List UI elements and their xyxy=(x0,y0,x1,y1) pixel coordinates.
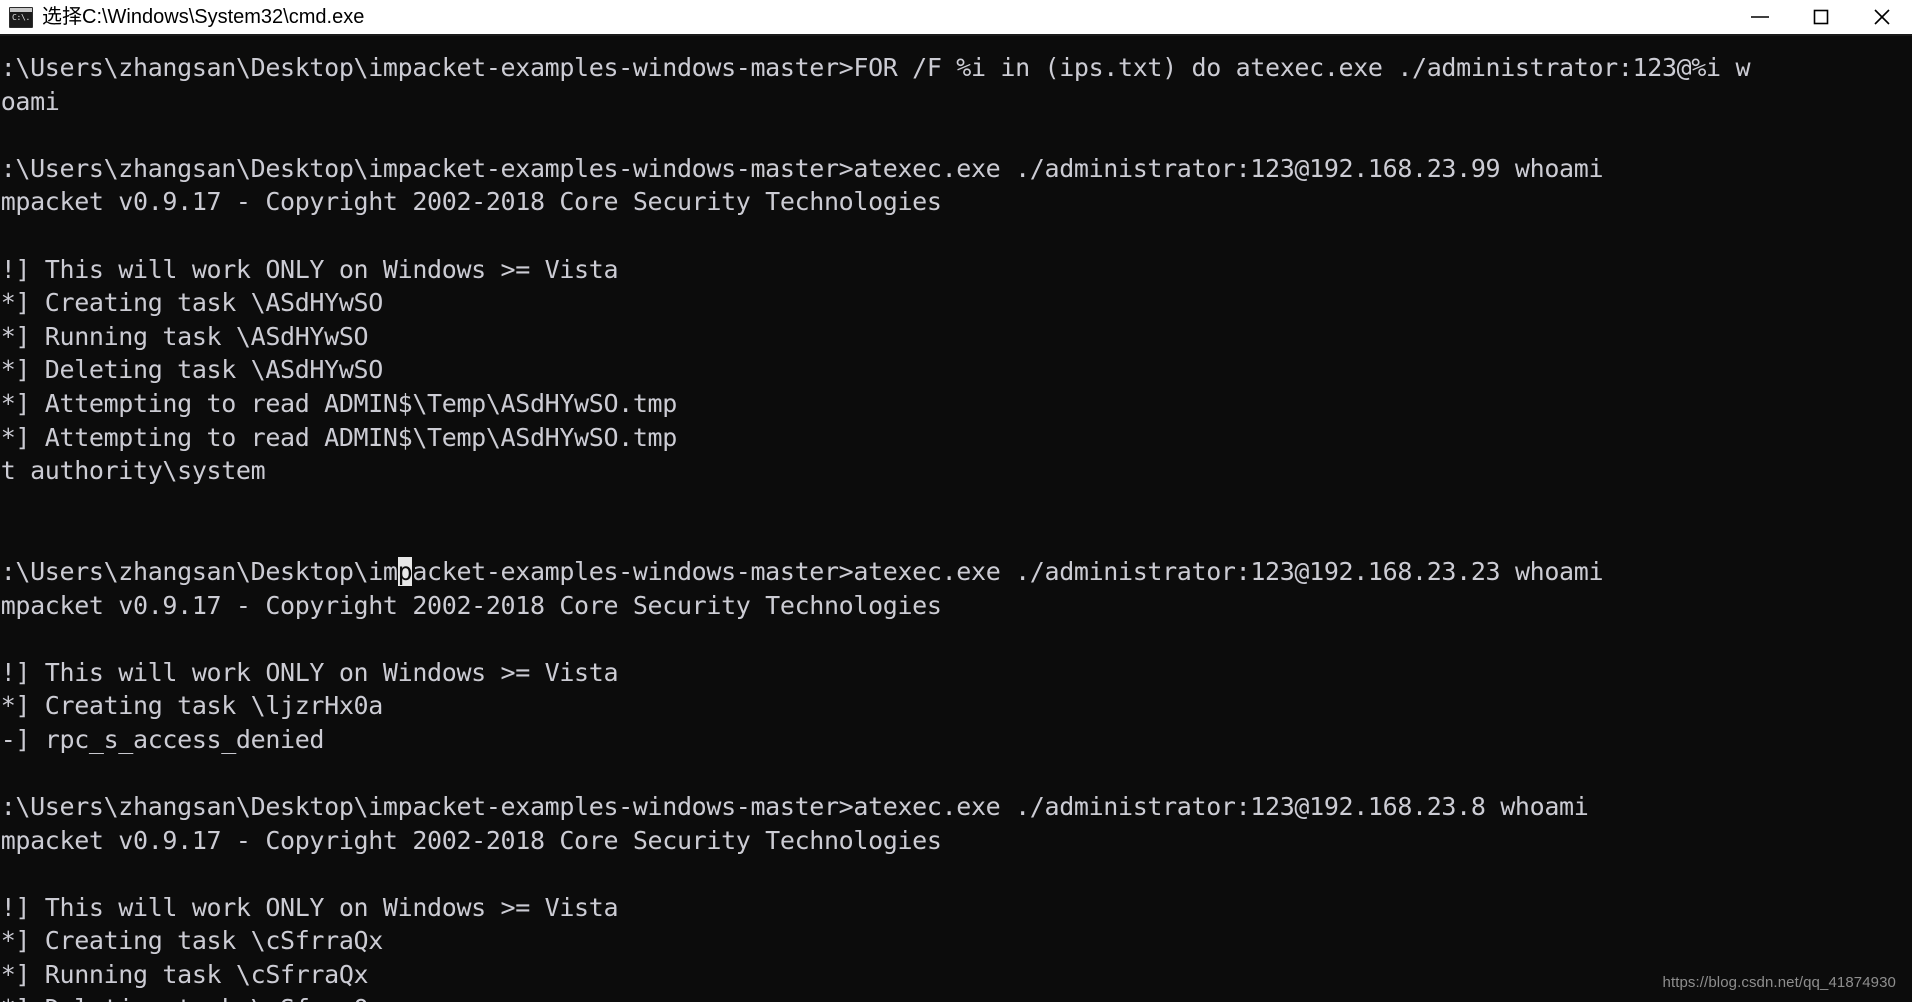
console-line: Impacket v0.9.17 - Copyright 2002-2018 C… xyxy=(0,590,942,620)
console-line: [*] Creating task \ljzrHx0a xyxy=(0,691,383,721)
console-line: Impacket v0.9.17 - Copyright 2002-2018 C… xyxy=(0,187,942,217)
cmd-icon: C:\. xyxy=(9,6,33,28)
watermark-text: https://blog.csdn.net/qq_41874930 xyxy=(1662,974,1896,991)
console-line: [*] Deleting task \ASdHYwSO xyxy=(0,355,383,385)
console-line: C:\Users\zhangsan\Desktop\impacket-examp… xyxy=(0,153,1604,183)
text-cursor: p xyxy=(397,556,413,586)
console-line-text: C:\Users\zhangsan\Desktop\im xyxy=(0,556,398,586)
title-bar-left: C:\. 选择C:\Windows\System32\cmd.exe xyxy=(0,5,1729,29)
console-line: [*] Running task \ASdHYwSO xyxy=(0,321,369,351)
console-line: [*] Running task \cSfrraQx xyxy=(0,960,369,990)
console-line-text: acket-examples-windows-master>atexec.exe… xyxy=(412,556,1604,586)
close-button[interactable] xyxy=(1851,0,1912,34)
console-line: hoami xyxy=(0,86,60,116)
console-line: C:\Users\zhangsan\Desktop\impacket-examp… xyxy=(0,792,1589,822)
console-text: C:\Users\zhangsan\Desktop\impacket-examp… xyxy=(0,51,1751,1002)
cmd-icon-titlestrip xyxy=(10,7,32,12)
console-line: [*] Creating task \ASdHYwSO xyxy=(0,288,383,318)
maximize-button[interactable] xyxy=(1790,0,1851,34)
console-line: [!] This will work ONLY on Windows >= Vi… xyxy=(0,892,619,922)
console-line: [-] rpc_s_access_denied xyxy=(0,724,325,754)
window-controls xyxy=(1729,0,1912,34)
console-line: [!] This will work ONLY on Windows >= Vi… xyxy=(0,254,619,284)
title-bar[interactable]: C:\. 选择C:\Windows\System32\cmd.exe xyxy=(0,0,1912,36)
cmd-icon-glyph: C:\. xyxy=(12,12,31,22)
console-line: [*] Creating task \cSfrraQx xyxy=(0,926,383,956)
minimize-button[interactable] xyxy=(1729,0,1790,34)
console-line: [*] Attempting to read ADMIN$\Temp\ASdHY… xyxy=(0,388,677,418)
console-line: [*] Attempting to read ADMIN$\Temp\ASdHY… xyxy=(0,422,677,452)
cmd-window: C:\. 选择C:\Windows\System32\cmd.exe C:\Us… xyxy=(0,0,1912,1002)
window-title: 选择C:\Windows\System32\cmd.exe xyxy=(42,6,365,28)
console-line: [!] This will work ONLY on Windows >= Vi… xyxy=(0,657,619,687)
console-line: C:\Users\zhangsan\Desktop\impacket-examp… xyxy=(0,555,1750,589)
console-line: C:\Users\zhangsan\Desktop\impacket-examp… xyxy=(0,53,1751,82)
console-line: nt authority\system xyxy=(0,456,266,486)
console-output-area[interactable]: C:\Users\zhangsan\Desktop\impacket-examp… xyxy=(0,36,1912,1002)
console-line: Impacket v0.9.17 - Copyright 2002-2018 C… xyxy=(0,825,942,855)
console-line: [*] Deleting task \cSfrraQx xyxy=(0,992,1750,1002)
